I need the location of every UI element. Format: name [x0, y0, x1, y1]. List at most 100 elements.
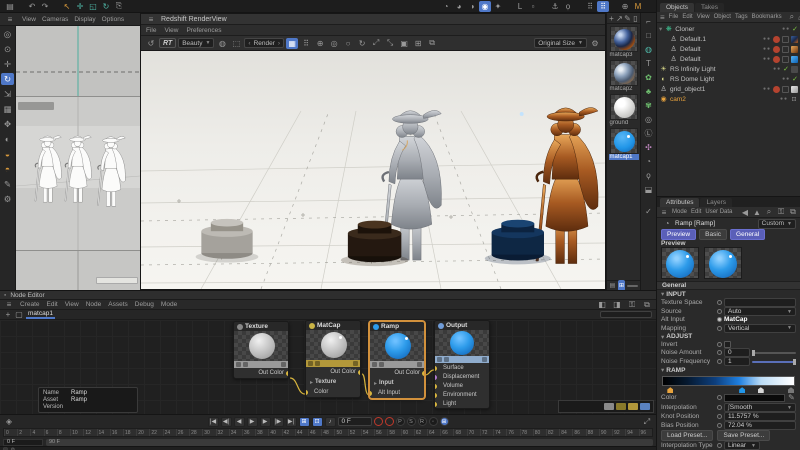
- light-tool-icon[interactable]: ϙ: [643, 170, 655, 181]
- snapshot-icon[interactable]: ◍: [216, 38, 228, 49]
- compare-a-icon[interactable]: ▣: [398, 38, 410, 49]
- undo-icon[interactable]: ↶: [26, 1, 38, 12]
- falsecolor-icon[interactable]: ○: [342, 38, 354, 49]
- material-tag-icon[interactable]: [773, 45, 780, 53]
- tab-objects[interactable]: Objects: [660, 3, 695, 12]
- interpolation-type-dropdown[interactable]: Linear ▼: [724, 441, 760, 450]
- renderview-titlebar[interactable]: ≡ Redshift RenderView: [141, 14, 605, 25]
- camera-active-icon[interactable]: ⊡: [790, 94, 798, 105]
- compare-wipe-icon[interactable]: ⧉: [426, 38, 438, 49]
- tree-row-infinity-light[interactable]: ☀ RS Infinity Light ●● ✓: [657, 64, 800, 74]
- material-tag-icon[interactable]: [773, 35, 780, 43]
- render-team-icon[interactable]: ◑: [466, 1, 478, 12]
- node-texture[interactable]: Texture Out Color: [233, 321, 289, 379]
- noise-amount-field[interactable]: 0: [724, 348, 750, 358]
- rotate-tool-icon[interactable]: ↻: [100, 1, 112, 12]
- material-add-icon[interactable]: +: [608, 13, 615, 24]
- play-button[interactable]: ▶: [246, 416, 258, 427]
- eyedropper-icon[interactable]: ✎: [787, 392, 796, 403]
- aov-dropdown[interactable]: Beauty ▼: [178, 38, 215, 48]
- matcap-tag-icon[interactable]: [791, 55, 798, 63]
- output-volume-port[interactable]: [435, 383, 437, 389]
- ramp-knot-white[interactable]: [757, 387, 764, 394]
- rv-menu-preferences[interactable]: Preferences: [186, 27, 221, 34]
- node-ramp-selected[interactable]: Ramp Out Color ▸ Input Alt Input: [369, 321, 425, 399]
- viewport-menu-view[interactable]: View: [22, 16, 36, 23]
- field-icon[interactable]: Ⓛ: [643, 128, 655, 139]
- range-start-field[interactable]: 0 F: [3, 438, 43, 446]
- node-search-input[interactable]: [600, 311, 652, 318]
- view-button-general[interactable]: General: [730, 229, 766, 240]
- volume-icon[interactable]: ✣: [643, 142, 655, 153]
- matcap-tag-icon[interactable]: [791, 35, 798, 43]
- redo-icon[interactable]: ↷: [39, 1, 51, 12]
- tree-row-cloner[interactable]: ▾ ❋ Cloner ●● ✓: [657, 24, 800, 34]
- material-pick-icon[interactable]: ✎: [624, 13, 631, 24]
- pen-icon[interactable]: ✎: [1, 178, 14, 190]
- current-frame-field[interactable]: 0 F: [337, 417, 372, 426]
- alt-input-port[interactable]: [717, 317, 722, 323]
- output-environment-port[interactable]: [435, 392, 437, 398]
- ramp-color-swatch[interactable]: [724, 393, 785, 402]
- status-grid-icon[interactable]: ▤: [3, 447, 8, 450]
- tree-row-default2[interactable]: ♙ Default ●●: [657, 44, 800, 54]
- next-frame-button[interactable]: ▶: [259, 416, 271, 427]
- ramp-knot-blue[interactable]: [739, 387, 746, 394]
- material-item[interactable]: ground: [607, 92, 640, 126]
- sound-button[interactable]: ♪: [324, 416, 336, 427]
- grid-layout-b-icon[interactable]: ⠿: [597, 0, 609, 12]
- record-keyframe-icon[interactable]: [373, 417, 383, 426]
- mapping-dropdown[interactable]: Vertical ▼: [724, 323, 796, 333]
- deformer-icon[interactable]: ◎: [643, 114, 655, 125]
- matcap-color-port[interactable]: [306, 389, 308, 395]
- fit-screen-icon[interactable]: ⤡: [384, 38, 396, 49]
- ramp-knot-delete[interactable]: [788, 387, 794, 394]
- am-search-icon[interactable]: ⌕: [765, 207, 773, 218]
- am-back-icon[interactable]: ◀: [741, 207, 749, 218]
- status-gear-icon[interactable]: ⚙: [11, 447, 15, 450]
- autokey-icon[interactable]: ◈: [3, 416, 15, 427]
- invert-checkbox[interactable]: [724, 340, 731, 348]
- matcap-outcolor-port[interactable]: [358, 369, 360, 375]
- noise-amount-slider[interactable]: [752, 349, 796, 356]
- om-search-icon[interactable]: ⌕: [790, 12, 794, 23]
- om-menu-bookmarks[interactable]: Bookmarks: [752, 14, 782, 20]
- ne-menu-mode[interactable]: Mode: [161, 301, 177, 308]
- om-menu-tags[interactable]: Tags: [735, 14, 748, 20]
- mapping-port[interactable]: [717, 325, 722, 331]
- axis-icon[interactable]: L: [514, 1, 526, 12]
- om-menu-file[interactable]: File: [669, 14, 679, 20]
- output-surface-port[interactable]: [435, 365, 437, 371]
- generator-icon[interactable]: ✾: [643, 100, 655, 111]
- cube-primitive-icon[interactable]: □: [643, 30, 655, 41]
- last-tool-icon[interactable]: ⎘: [113, 1, 125, 12]
- move-icon[interactable]: ✛: [1, 58, 14, 70]
- texture-space-port[interactable]: [717, 300, 722, 305]
- key-pla-icon[interactable]: ⊞: [439, 417, 449, 426]
- scale-tool-icon[interactable]: ◱: [87, 1, 99, 12]
- add-icon[interactable]: ⊕: [619, 1, 631, 12]
- ramp-gradient-bar[interactable]: [662, 376, 795, 387]
- goto-end-button[interactable]: ▶|: [285, 416, 297, 427]
- texture-outcolor-port[interactable]: [286, 370, 288, 376]
- om-menu-object[interactable]: Object: [714, 14, 731, 20]
- am-popout-icon[interactable]: ⧉: [789, 207, 797, 218]
- knot-position-field[interactable]: 11.5757 %: [724, 412, 796, 421]
- tree-row-default3[interactable]: ♙ Default ●●: [657, 54, 800, 64]
- front-viewport[interactable]: [16, 26, 140, 290]
- ne-menu-view[interactable]: View: [65, 301, 79, 308]
- material-item[interactable]: matcap2: [607, 58, 640, 92]
- interpolation-port[interactable]: [717, 405, 722, 410]
- noise-frequency-field[interactable]: 1: [724, 357, 750, 367]
- material-item-selected[interactable]: matcap1: [607, 126, 640, 160]
- viewport-menu-cameras[interactable]: Cameras: [42, 16, 68, 23]
- window-menu-icon[interactable]: ≡: [145, 14, 157, 25]
- ne-add-tab-icon[interactable]: +: [4, 309, 12, 320]
- om-menu-edit[interactable]: Edit: [682, 14, 692, 20]
- phong-tag-icon[interactable]: [782, 85, 789, 93]
- output-displacement-port[interactable]: [435, 374, 437, 380]
- key-scale-icon[interactable]: S: [406, 417, 416, 426]
- model-mode-icon[interactable]: ▦: [1, 103, 14, 115]
- zoom-size-dropdown[interactable]: Original Size ▼: [534, 38, 587, 48]
- confirm-icon[interactable]: ✓: [643, 206, 655, 217]
